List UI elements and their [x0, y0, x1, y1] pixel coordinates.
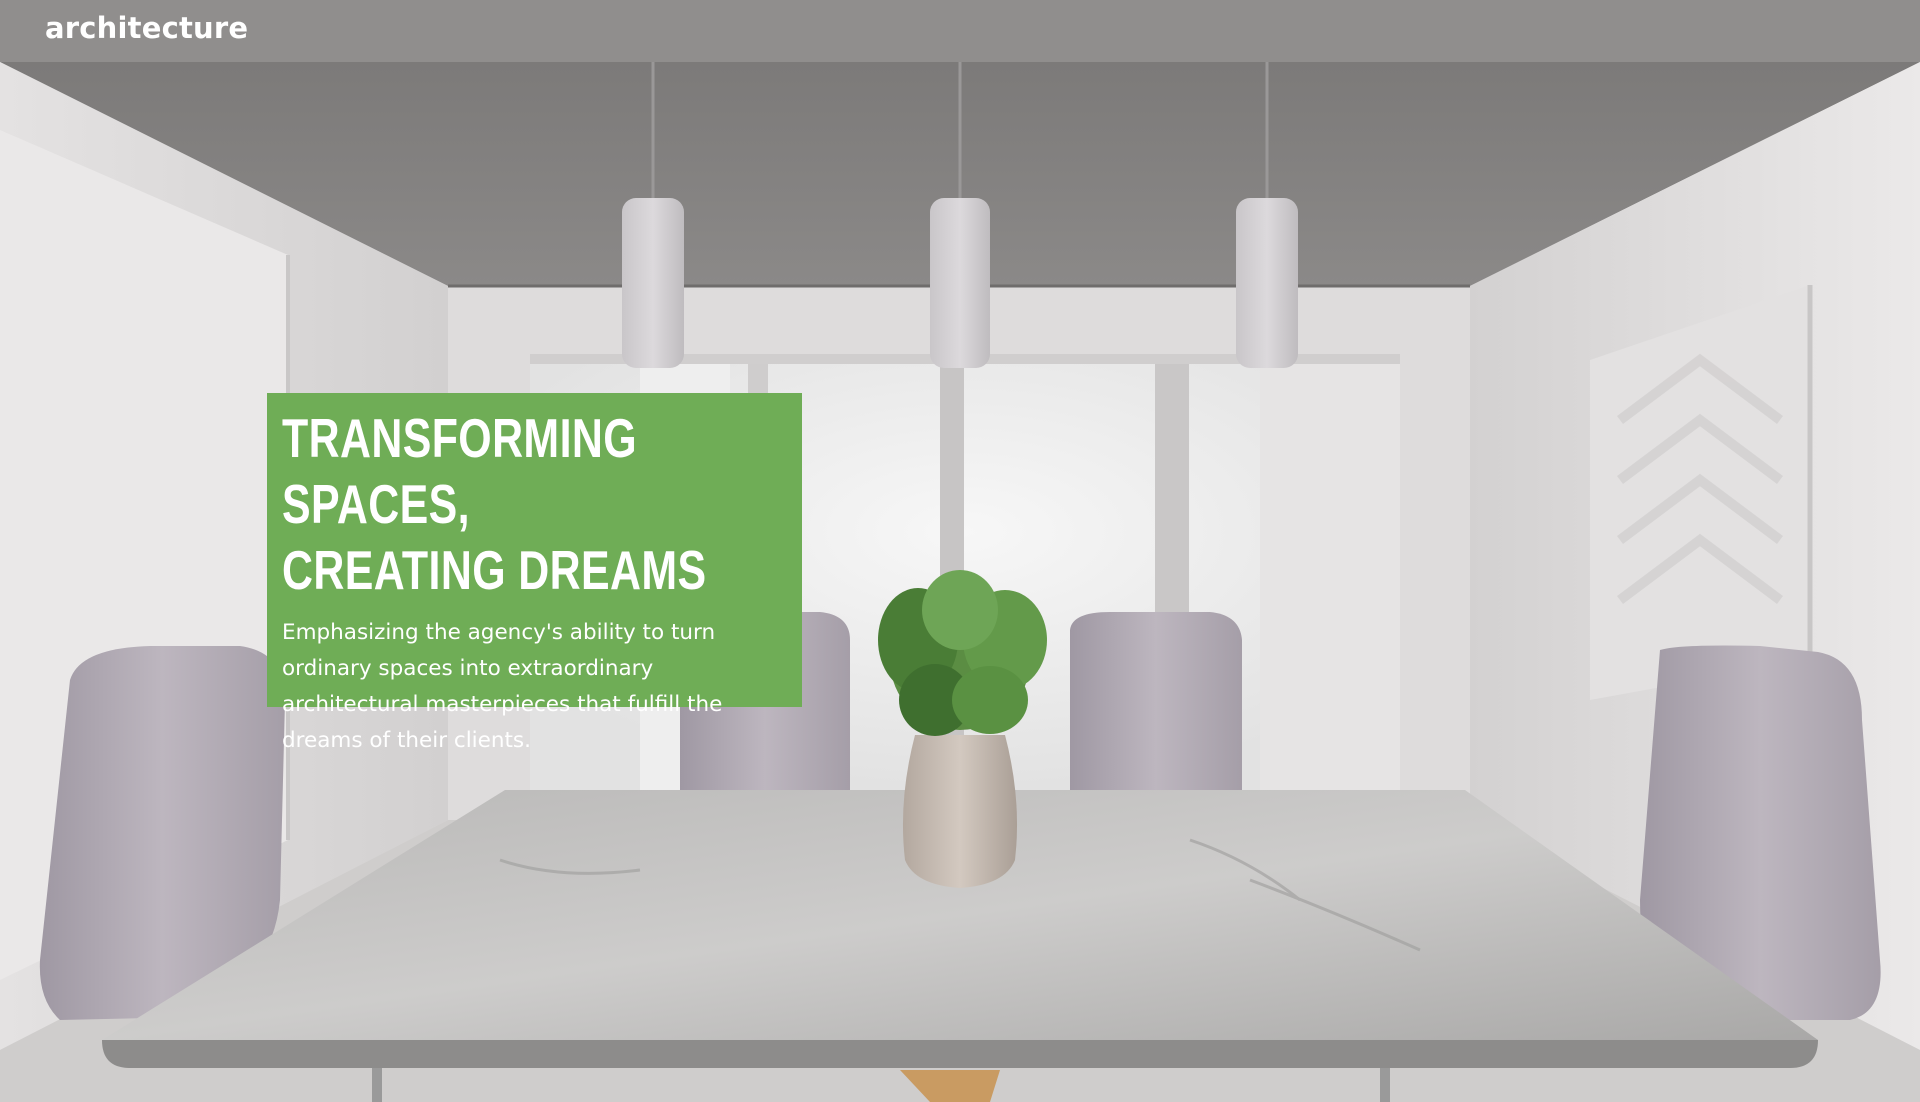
brand-logo-link[interactable]: architecture	[45, 11, 248, 45]
hero-text-box: TRANSFORMING SPACES, CREATING DREAMS Emp…	[267, 393, 802, 753]
top-navigation-bar: architecture	[0, 0, 1920, 62]
hero-title: TRANSFORMING SPACES, CREATING DREAMS	[282, 405, 781, 603]
hero-description: Emphasizing the agency's ability to turn…	[282, 620, 723, 753]
hero-title-line-1: TRANSFORMING SPACES,	[282, 407, 638, 535]
hero-title-line-2: CREATING DREAMS	[282, 539, 707, 601]
